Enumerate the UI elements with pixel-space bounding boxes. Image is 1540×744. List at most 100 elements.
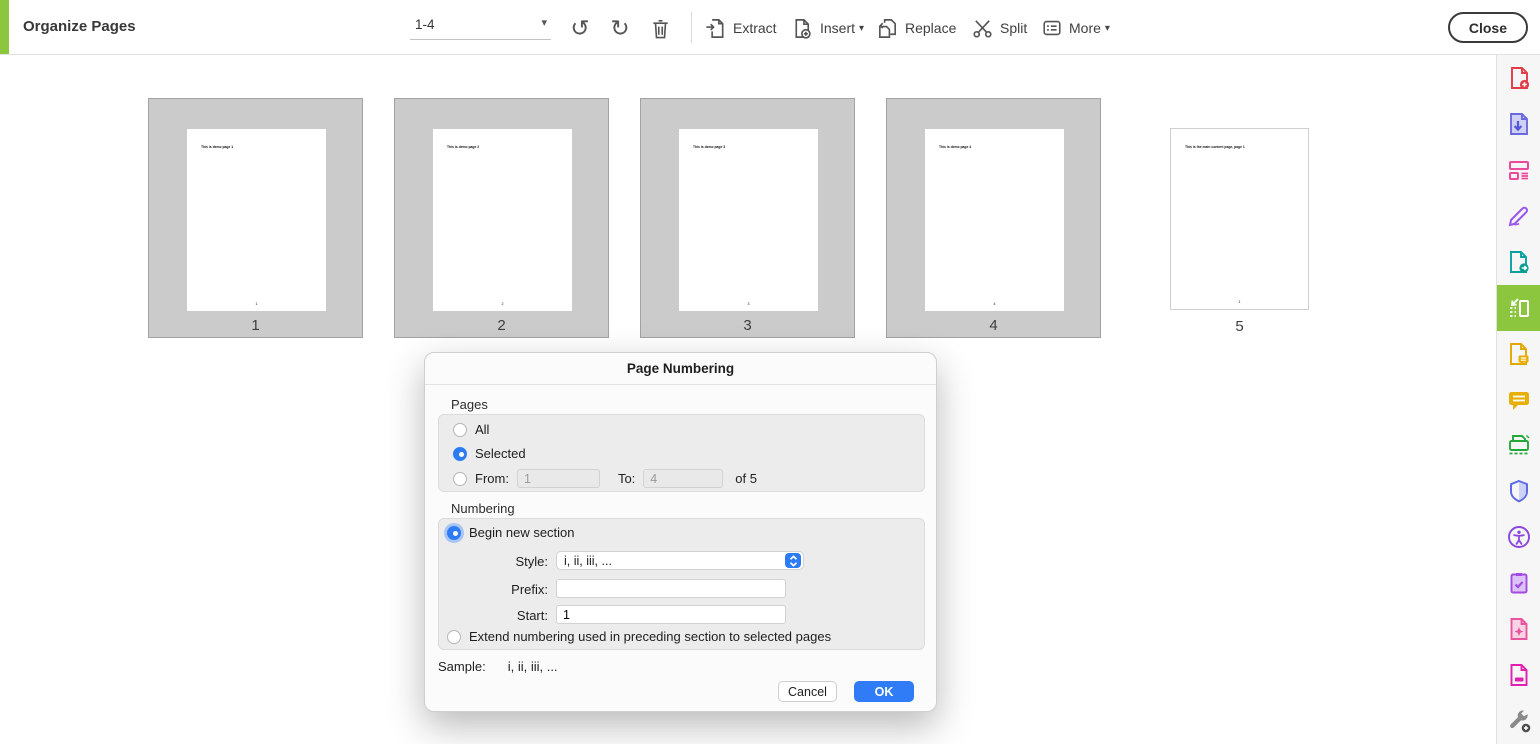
page-preview: This is demo page 2 2 — [433, 129, 572, 311]
sidebar-item-protect[interactable] — [1497, 468, 1540, 514]
tools-sidebar — [1496, 55, 1540, 744]
radio-option-begin-new-section[interactable]: Begin new section — [447, 525, 575, 540]
file-comment-icon — [1506, 341, 1532, 367]
page-title: Organize Pages — [23, 18, 136, 35]
page-header-text: This is demo page 1 — [201, 145, 233, 149]
page-thumbnail-2[interactable]: This is demo page 2 2 2 — [394, 98, 609, 338]
pen-icon — [1506, 203, 1532, 229]
prefix-input[interactable] — [556, 579, 786, 598]
insert-button[interactable]: Insert ▾ — [791, 13, 864, 43]
sidebar-item-optimize-pdf[interactable] — [1497, 606, 1540, 652]
file-plus-icon — [1506, 65, 1532, 91]
sample-label: Sample: — [438, 659, 486, 674]
sidebar-item-prepare-form[interactable] — [1497, 560, 1540, 606]
page-number-label: 3 — [641, 317, 854, 334]
extract-label: Extract — [733, 20, 777, 36]
sidebar-item-organize-pages[interactable] — [1497, 285, 1540, 331]
organize-pages-toolbar: Organize Pages 1-4 ▾ ↺ ↻ Extract Insert … — [0, 0, 1540, 55]
sidebar-item-comment[interactable] — [1497, 377, 1540, 423]
organize-pages-icon — [1506, 295, 1532, 321]
to-input[interactable] — [643, 469, 723, 488]
radio-extend-numbering[interactable] — [447, 630, 461, 644]
chevron-down-icon: ▾ — [859, 23, 864, 34]
chevron-down-icon: ▾ — [1105, 23, 1110, 34]
sidebar-item-edit-pdf[interactable] — [1497, 147, 1540, 193]
ok-label: OK — [875, 685, 894, 699]
radio-option-from[interactable]: From: To: of 5 — [453, 469, 757, 488]
split-button[interactable]: Split — [971, 13, 1027, 43]
rotate-left-icon: ↺ — [570, 17, 589, 40]
extract-button[interactable]: Extract — [704, 13, 777, 43]
toolbar-divider — [691, 12, 692, 43]
from-input[interactable] — [517, 469, 600, 488]
close-button[interactable]: Close — [1448, 12, 1528, 43]
delete-pages-button[interactable] — [646, 14, 674, 42]
start-input[interactable] — [556, 605, 786, 624]
list-options-icon — [1041, 17, 1063, 39]
style-select[interactable]: i, ii, iii, ... — [556, 551, 804, 570]
page-range-select[interactable]: 1-4 ▾ — [410, 10, 551, 40]
file-sparkle-icon — [1506, 616, 1532, 642]
replace-button[interactable]: Replace — [876, 13, 956, 43]
sample-value: i, ii, iii, ... — [508, 659, 558, 674]
wrench-plus-icon — [1506, 708, 1532, 734]
page-header-text: This is the main content page, page 1 — [1185, 145, 1245, 149]
insert-label: Insert — [820, 20, 855, 36]
radio-all[interactable] — [453, 423, 467, 437]
numbering-section-label: Numbering — [451, 501, 515, 516]
page-range-value: 1-4 — [415, 17, 435, 32]
close-label: Close — [1469, 20, 1507, 36]
sidebar-item-combine-comment-file[interactable] — [1497, 331, 1540, 377]
page-number-label: 1 — [149, 317, 362, 334]
sidebar-item-redact[interactable] — [1497, 652, 1540, 698]
sidebar-item-more-tools[interactable] — [1497, 698, 1540, 744]
more-button[interactable]: More ▾ — [1041, 13, 1110, 43]
page-preview: This is demo page 3 3 — [679, 129, 818, 311]
rotate-counterclockwise-button[interactable]: ↺ — [566, 14, 594, 42]
page-thumbnail-5[interactable]: This is the main content page, page 1 1 … — [1132, 98, 1347, 338]
radio-option-extend-numbering[interactable]: Extend numbering used in preceding secti… — [447, 629, 831, 644]
page-header-text: This is demo page 4 — [939, 145, 971, 149]
to-label: To: — [618, 471, 635, 486]
rotate-clockwise-button[interactable]: ↻ — [606, 14, 634, 42]
scan-printer-icon — [1506, 432, 1532, 458]
replace-pages-icon — [876, 17, 899, 40]
page-footer-number: 2 — [471, 302, 534, 306]
extend-numbering-label: Extend numbering used in preceding secti… — [469, 629, 831, 644]
sidebar-item-scan-ocr[interactable] — [1497, 423, 1540, 469]
radio-selected[interactable] — [453, 447, 467, 461]
sidebar-item-convert[interactable] — [1497, 239, 1540, 285]
sidebar-item-create-pdf[interactable] — [1497, 55, 1540, 101]
speech-bubble-icon — [1506, 387, 1532, 413]
sidebar-item-export-pdf[interactable] — [1497, 101, 1540, 147]
radio-from[interactable] — [453, 472, 467, 486]
page-preview: This is demo page 1 1 — [187, 129, 326, 311]
radio-option-selected[interactable]: Selected — [453, 446, 526, 461]
dialog-title: Page Numbering — [425, 353, 936, 385]
file-arrow-circle-icon — [1506, 249, 1532, 275]
radio-begin-new-section[interactable] — [447, 526, 461, 540]
cancel-button[interactable]: Cancel — [778, 681, 837, 702]
page-footer-number: 4 — [963, 302, 1026, 306]
ok-button[interactable]: OK — [854, 681, 914, 702]
page-thumbnail-3[interactable]: This is demo page 3 3 3 — [640, 98, 855, 338]
insert-page-icon — [791, 17, 814, 40]
all-label: All — [475, 422, 489, 437]
sidebar-item-accessibility[interactable] — [1497, 514, 1540, 560]
style-select-value: i, ii, iii, ... — [557, 554, 785, 568]
sidebar-item-fill-sign[interactable] — [1497, 193, 1540, 239]
page-thumbnail-1[interactable]: This is demo page 1 1 1 — [148, 98, 363, 338]
page-numbering-dialog: Page Numbering Pages All Selected From: … — [424, 352, 937, 712]
style-label: Style: — [493, 554, 548, 569]
radio-option-all[interactable]: All — [453, 422, 489, 437]
sample-row: Sample: i, ii, iii, ... — [438, 659, 558, 674]
selected-label: Selected — [475, 446, 526, 461]
clipboard-check-icon — [1506, 570, 1532, 596]
green-accent-bar — [0, 0, 9, 54]
accessibility-icon — [1506, 524, 1532, 550]
trash-icon — [649, 17, 672, 40]
page-thumbnail-4[interactable]: This is demo page 4 4 4 — [886, 98, 1101, 338]
scissors-icon — [971, 17, 994, 40]
select-stepper-icon — [785, 553, 801, 568]
layout-blocks-icon — [1506, 157, 1532, 183]
